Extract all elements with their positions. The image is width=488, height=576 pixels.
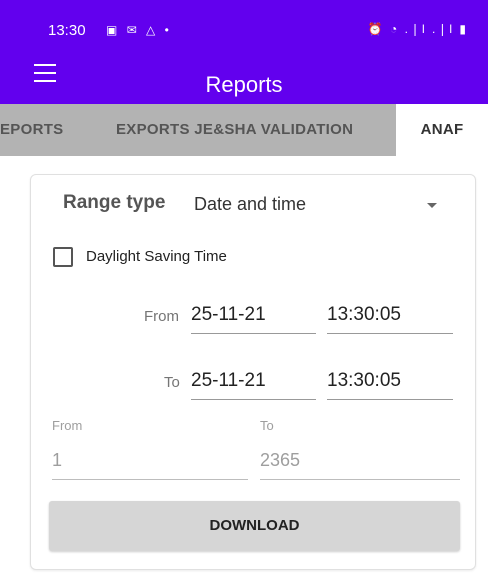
- notification-icons: ▣ ✉ △ •: [106, 23, 172, 37]
- tab-exports-je-sha-validation[interactable]: EXPORTS JE&SHA VALIDATION: [116, 104, 396, 156]
- system-status-icons: ⏰ ◔ .❘l .❘l ▮: [367, 22, 468, 36]
- page-title: Reports: [205, 72, 283, 97]
- number-to-field[interactable]: 2365: [260, 448, 460, 480]
- dst-label[interactable]: Daylight Saving Time: [86, 248, 227, 265]
- number-to-label: To: [260, 418, 274, 433]
- range-type-label: Range type: [63, 192, 166, 213]
- dst-checkbox[interactable]: [53, 247, 73, 267]
- dropdown-arrow-icon[interactable]: [427, 203, 437, 208]
- tab-bar: EPORTS EXPORTS JE&SHA VALIDATION ANAF: [0, 104, 488, 156]
- from-date-field[interactable]: 25-11-21: [191, 304, 316, 334]
- status-time: 13:30: [48, 22, 86, 39]
- report-form-card: Range type Date and time Daylight Saving…: [30, 174, 476, 570]
- from-label: From: [144, 308, 179, 325]
- to-label: To: [164, 374, 180, 391]
- number-from-label: From: [52, 418, 83, 433]
- tab-anaf[interactable]: ANAF: [396, 104, 488, 156]
- to-date-field[interactable]: 25-11-21: [191, 370, 316, 400]
- from-time-field[interactable]: 13:30:05: [327, 304, 453, 334]
- tab-eports[interactable]: EPORTS: [0, 104, 100, 156]
- number-from-field[interactable]: 1: [52, 448, 248, 480]
- range-type-select[interactable]: Date and time: [194, 194, 306, 215]
- to-time-field[interactable]: 13:30:05: [327, 370, 453, 400]
- app-bar: Reports: [0, 44, 488, 104]
- download-button[interactable]: DOWNLOAD: [49, 501, 460, 551]
- status-bar: 13:30 ▣ ✉ △ • ⏰ ◔ .❘l .❘l ▮: [0, 0, 488, 44]
